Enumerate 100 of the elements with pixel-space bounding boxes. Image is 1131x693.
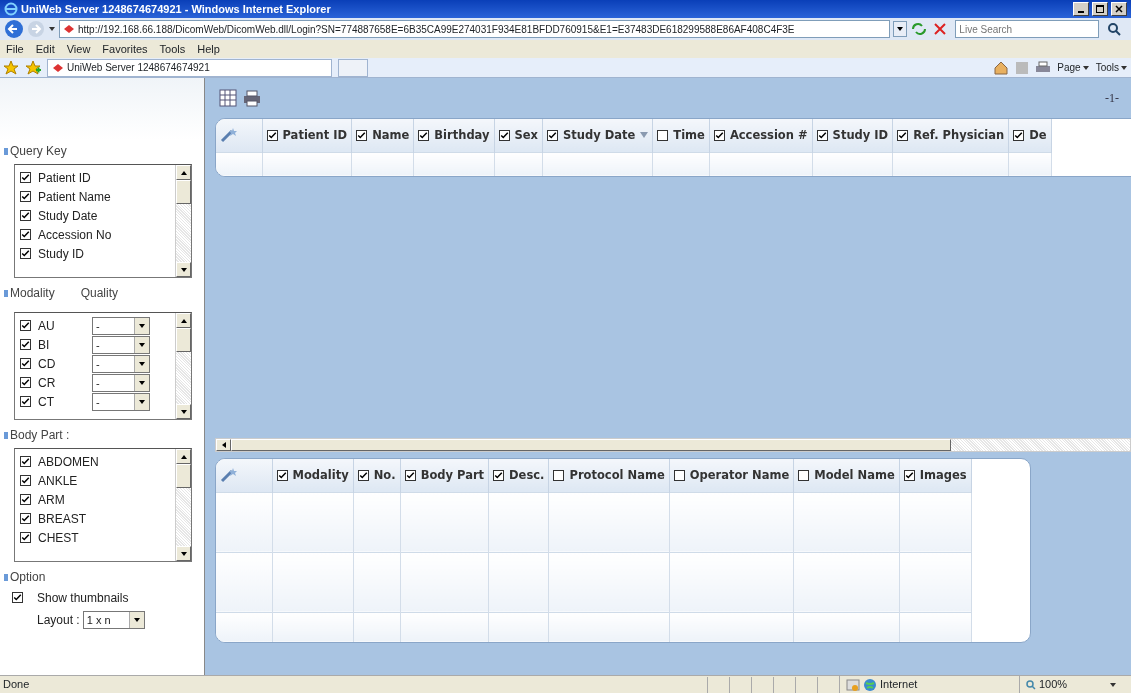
checkbox[interactable]	[20, 339, 31, 350]
checkbox[interactable]	[713, 129, 725, 141]
checkbox[interactable]	[20, 513, 31, 524]
checkbox[interactable]	[547, 129, 558, 141]
caret-icon[interactable]	[1109, 680, 1117, 689]
column-header[interactable]: Body Part	[400, 459, 489, 492]
checkbox[interactable]	[20, 456, 31, 467]
down-arrow-icon[interactable]	[138, 359, 146, 368]
checkbox[interactable]	[276, 469, 288, 481]
checkbox[interactable]	[20, 494, 31, 505]
column-header[interactable]: De	[1008, 119, 1051, 152]
checkbox[interactable]	[1013, 129, 1025, 141]
column-header[interactable]: Operator Name	[669, 459, 794, 492]
scrollbar[interactable]	[175, 449, 191, 561]
close-button[interactable]	[1111, 2, 1127, 16]
checkbox[interactable]	[404, 469, 416, 481]
checkbox[interactable]	[418, 129, 430, 141]
checkbox[interactable]	[20, 210, 31, 221]
down-arrow-icon[interactable]	[179, 549, 188, 558]
star-icon[interactable]	[3, 59, 19, 76]
column-header[interactable]: Time	[652, 119, 710, 152]
column-header[interactable]: Model Name	[793, 459, 900, 492]
down-arrow-icon[interactable]	[138, 321, 146, 330]
checkbox[interactable]	[798, 469, 810, 481]
scroll-thumb[interactable]	[176, 464, 191, 488]
menu-item[interactable]: Help	[191, 40, 226, 58]
quality-dropdown[interactable]: -	[92, 373, 150, 392]
column-header[interactable]: Name	[351, 119, 414, 152]
down-arrow-icon[interactable]	[138, 397, 146, 406]
checkbox[interactable]	[357, 469, 369, 481]
column-header[interactable]: Birthday	[413, 119, 494, 152]
scrollbar[interactable]	[175, 165, 191, 277]
checkbox[interactable]	[12, 592, 23, 603]
checkbox[interactable]	[903, 469, 915, 481]
scrollbar[interactable]	[215, 438, 1131, 452]
checkbox[interactable]	[20, 532, 31, 543]
down-arrow-icon[interactable]	[179, 407, 188, 416]
search-field[interactable]: Live Search	[955, 20, 1099, 38]
layout-dropdown[interactable]: 1 x n	[82, 610, 145, 629]
down-arrow-icon[interactable]	[138, 340, 146, 349]
browser-tab[interactable]: UniWeb Server 1248674674921	[47, 58, 332, 77]
menu-item[interactable]: File	[0, 40, 30, 58]
menu-item[interactable]: View	[60, 40, 97, 58]
caret-icon[interactable]	[48, 25, 56, 33]
down-arrow-icon[interactable]	[132, 615, 141, 624]
magic-wand-icon[interactable]	[220, 127, 240, 144]
checkbox[interactable]	[897, 129, 909, 141]
column-header[interactable]: Images	[899, 459, 972, 492]
checkbox[interactable]	[657, 129, 669, 141]
caret-icon[interactable]	[1081, 63, 1090, 72]
command-button[interactable]: Page	[1057, 60, 1081, 75]
checkbox[interactable]	[20, 475, 31, 486]
scroll-thumb[interactable]	[231, 439, 951, 451]
column-header[interactable]: Patient ID	[262, 119, 352, 152]
quality-dropdown[interactable]: -	[92, 316, 150, 335]
printer-icon[interactable]	[243, 89, 261, 107]
printer-icon[interactable]	[1035, 60, 1052, 75]
quality-dropdown[interactable]: -	[92, 354, 150, 373]
column-header[interactable]: Protocol Name	[548, 459, 670, 492]
command-button[interactable]: Tools	[1095, 60, 1119, 75]
address-field[interactable]: http://192.168.66.188/DicomWeb/DicomWeb.dll/Login?SN=774887658E=6B35CA99E274031F934E81BFDD760915&E1=E37483DE618299588E86AF408C4F3E	[59, 20, 891, 38]
caret-icon[interactable]	[1120, 63, 1128, 72]
checkbox[interactable]	[20, 396, 31, 407]
magic-wand-icon[interactable]	[220, 467, 240, 484]
column-header[interactable]: No.	[353, 459, 401, 492]
column-header[interactable]: Study Date	[542, 119, 653, 152]
scrollbar[interactable]	[175, 313, 191, 419]
checkbox[interactable]	[498, 129, 510, 141]
down-arrow-icon[interactable]	[138, 378, 146, 387]
checkbox[interactable]	[356, 129, 368, 141]
checkbox[interactable]	[20, 172, 31, 183]
checkbox[interactable]	[20, 377, 31, 388]
quality-dropdown[interactable]: -	[92, 392, 150, 411]
scroll-thumb[interactable]	[176, 180, 191, 204]
column-header[interactable]: Accession #	[709, 119, 813, 152]
column-header[interactable]: Ref. Physician	[892, 119, 1009, 152]
checkbox[interactable]	[816, 129, 828, 141]
quality-dropdown[interactable]: -	[92, 335, 150, 354]
scroll-thumb[interactable]	[176, 328, 191, 352]
checkbox[interactable]	[673, 469, 685, 481]
checkbox[interactable]	[553, 469, 565, 481]
grid-settings-icon[interactable]	[219, 89, 237, 107]
checkbox[interactable]	[20, 191, 31, 202]
maximize-button[interactable]	[1092, 2, 1108, 16]
column-header[interactable]: Sex	[494, 119, 543, 152]
checkbox[interactable]	[20, 229, 31, 240]
add-favorite-icon[interactable]	[25, 59, 41, 76]
checkbox[interactable]	[493, 469, 505, 481]
checkbox[interactable]	[20, 358, 31, 369]
minimize-button[interactable]	[1073, 2, 1089, 16]
checkbox[interactable]	[20, 248, 31, 259]
back-icon[interactable]	[4, 19, 24, 39]
dropdown-icon[interactable]	[893, 21, 908, 37]
column-header[interactable]: Desc.	[488, 459, 549, 492]
column-header[interactable]: Study ID	[812, 119, 893, 152]
menu-item[interactable]: Favorites	[96, 40, 154, 58]
menu-item[interactable]: Tools	[153, 40, 192, 58]
checkbox[interactable]	[20, 320, 31, 331]
menu-item[interactable]: Edit	[29, 40, 61, 58]
checkbox[interactable]	[266, 129, 278, 141]
